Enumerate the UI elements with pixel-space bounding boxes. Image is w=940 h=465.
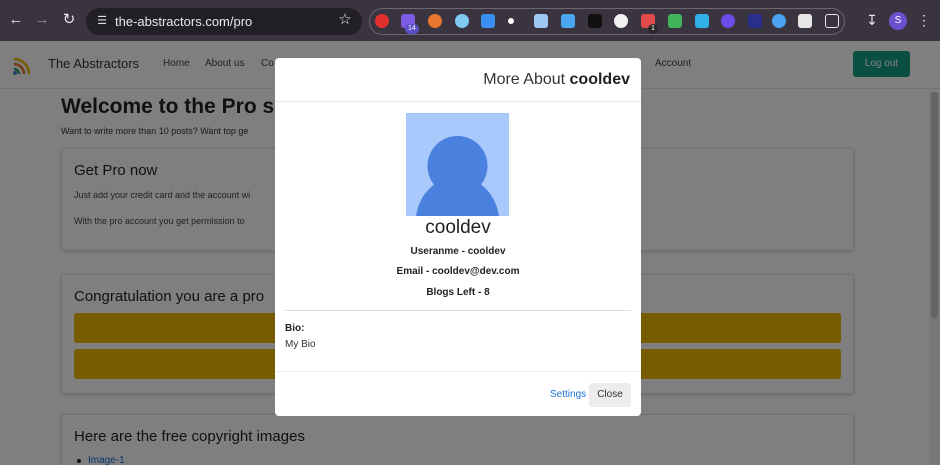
close-button[interactable]: Close [589, 383, 631, 407]
extension-icon[interactable] [428, 14, 442, 28]
profile-username: Useranme - cooldev [410, 246, 506, 257]
extensions-puzzle-icon[interactable] [825, 14, 839, 28]
more-menu-icon[interactable]: ⋮ [917, 12, 931, 28]
forward-arrow-icon[interactable]: → [34, 12, 50, 28]
extension-icon[interactable] [748, 14, 762, 28]
downloads-icon[interactable]: ↧ [864, 12, 880, 28]
profile-email: Email - cooldev@dev.com [396, 266, 520, 277]
reload-icon[interactable]: ↻ [61, 12, 77, 28]
profile-name: cooldev [425, 217, 491, 238]
modal-divider [285, 310, 631, 311]
url-text[interactable]: the-abstractors.com/pro [115, 14, 252, 29]
extension-icon[interactable] [561, 14, 575, 28]
settings-link[interactable]: Settings [550, 389, 586, 400]
modal-header: More About cooldev [275, 58, 641, 102]
user-silhouette-icon [406, 113, 509, 216]
extension-icon[interactable] [588, 14, 602, 28]
site-settings-icon[interactable]: ☰ [93, 13, 111, 30]
extension-icon[interactable] [668, 14, 682, 28]
extension-icon[interactable] [721, 14, 735, 28]
extension-icon[interactable] [772, 14, 786, 28]
extension-icon[interactable] [614, 14, 628, 28]
extension-badge: 14 [405, 24, 419, 34]
modal-footer-divider [275, 371, 641, 372]
modal-title: More About cooldev [483, 71, 630, 89]
extension-icon[interactable] [695, 14, 709, 28]
extension-badge: 1 [648, 24, 658, 34]
back-arrow-icon[interactable]: ← [8, 12, 24, 28]
extension-icon[interactable] [534, 14, 548, 28]
profile-blogs-left: Blogs Left - 8 [426, 287, 490, 298]
profile-modal: More About cooldev cooldev Useranme - co… [275, 58, 641, 416]
modal-title-user: cooldev [569, 71, 630, 88]
extension-icon[interactable] [798, 14, 812, 28]
extension-icon[interactable] [375, 14, 389, 28]
bio-label: Bio: [285, 323, 305, 334]
extension-icon[interactable] [455, 14, 469, 28]
modal-title-prefix: More About [483, 71, 566, 88]
bio-text: My Bio [285, 339, 316, 350]
extension-icon[interactable] [481, 14, 495, 28]
extension-icon[interactable] [508, 18, 514, 24]
bookmark-star-icon[interactable]: ☆ [337, 12, 353, 28]
avatar [406, 113, 509, 216]
profile-avatar[interactable]: S [889, 12, 907, 30]
